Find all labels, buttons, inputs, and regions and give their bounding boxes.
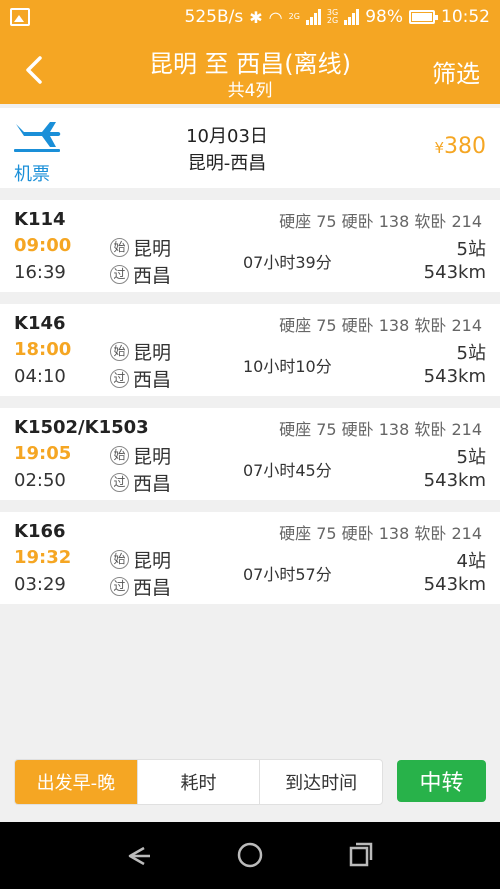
price-value: 380 [444,134,486,159]
duration: 07小时39分 [243,253,332,272]
battery-percent: 98% [365,7,403,27]
sort-tab-arrival[interactable]: 到达时间 [260,760,382,804]
distance: 543km [423,366,486,387]
flight-date: 10月03日 [186,126,268,147]
to-station: 西昌 [133,369,172,391]
origin-badge: 始 [110,550,129,569]
departure-time: 18:00 [14,339,72,360]
from-station: 昆明 [133,342,172,364]
distance: 543km [423,574,486,595]
distance: 543km [423,470,486,491]
from-station: 昆明 [133,238,172,260]
square-recent-icon[interactable] [348,842,374,868]
header: 昆明 至 西昌(离线) 共4列 筛选 [0,36,500,104]
sort-tabs: 出发早-晚 耗时 到达时间 [14,759,383,805]
arrival-time: 16:39 [14,262,66,283]
bluetooth-icon: ✱ [249,7,263,27]
train-row[interactable]: K114 硬座 75 硬卧 138 软卧 214 09:00 16:39 始 昆… [0,200,500,292]
stop-count: 5站 [456,239,486,260]
seat-prices: 硬座 75 硬卧 138 软卧 214 [279,524,482,543]
status-left [10,8,30,26]
wifi-icon: ◠ [268,7,283,27]
triangle-back-icon[interactable] [122,842,154,870]
departure-time: 09:00 [14,235,72,256]
currency-symbol: ¥ [434,139,444,157]
flight-route: 昆明-西昌 [187,153,267,174]
from-station: 昆明 [133,446,172,468]
network-type-3g: 3G 2G [326,8,339,25]
duration: 07小时45分 [243,461,332,480]
departure-time: 19:05 [14,443,72,464]
train-count: 共4列 [227,81,273,101]
departure-time: 19:32 [14,547,72,568]
arrival-time: 03:29 [14,574,66,595]
to-station: 西昌 [133,577,172,599]
train-row[interactable]: K166 硬座 75 硬卧 138 软卧 214 19:32 03:29 始 昆… [0,512,500,604]
train-number: K114 [14,209,66,230]
pass-badge: 过 [110,369,129,388]
flight-price: ¥380 [434,134,486,159]
arrival-time: 02:50 [14,470,66,491]
page-title: 昆明 至 西昌(离线) [149,50,351,78]
signal-icon [305,9,321,25]
circle-home-icon[interactable] [236,841,264,869]
arrival-time: 04:10 [14,366,66,387]
seat-prices: 硬座 75 硬卧 138 软卧 214 [279,420,482,439]
origin-badge: 始 [110,342,129,361]
origin-badge: 始 [110,446,129,465]
from-station: 昆明 [133,550,172,572]
train-row[interactable]: K1502/K1503 硬座 75 硬卧 138 软卧 214 19:05 02… [0,408,500,500]
pass-badge: 过 [110,577,129,596]
sort-tab-departure[interactable]: 出发早-晚 [15,760,138,804]
pass-badge: 过 [110,473,129,492]
duration: 07小时57分 [243,565,332,584]
status-bar: 525B/s ✱ ◠ 2G 3G 2G 98% 10:52 [0,0,500,36]
navigation-bar [0,822,500,889]
image-notification-icon [10,8,30,26]
seat-prices: 硬座 75 硬卧 138 软卧 214 [279,316,482,335]
clock: 10:52 [441,7,490,27]
to-station: 西昌 [133,473,172,495]
stop-count: 4站 [456,551,486,572]
train-number: K1502/K1503 [14,417,149,438]
duration: 10小时10分 [243,357,332,376]
pass-badge: 过 [110,265,129,284]
stop-count: 5站 [456,343,486,364]
origin-badge: 始 [110,238,129,257]
battery-icon [409,10,438,24]
flight-ticket-card[interactable]: 机票 10月03日 昆明-西昌 ¥380 [0,108,500,188]
status-right: 525B/s ✱ ◠ 2G 3G 2G 98% 10:52 [185,7,490,27]
transfer-button[interactable]: 中转 [397,760,486,802]
filter-button[interactable]: 筛选 [432,54,480,89]
train-number: K146 [14,313,66,334]
seat-prices: 硬座 75 硬卧 138 软卧 214 [279,212,482,231]
network-type-2g: 2G [288,12,300,21]
train-row[interactable]: K146 硬座 75 硬卧 138 软卧 214 18:00 04:10 始 昆… [0,304,500,396]
network-speed: 525B/s [184,7,244,27]
stop-count: 5站 [456,447,486,468]
to-station: 西昌 [133,265,172,287]
sort-tab-duration[interactable]: 耗时 [138,760,261,804]
distance: 543km [423,262,486,283]
signal-icon-2 [344,9,360,25]
train-number: K166 [14,521,66,542]
